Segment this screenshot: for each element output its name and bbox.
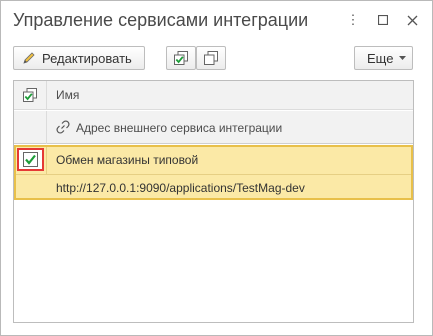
integration-services-window: Управление сервисами интеграции ⋮ Редакт… [0,0,433,336]
edit-button[interactable]: Редактировать [13,46,145,70]
chevron-down-icon [399,55,407,61]
row-divider [16,174,411,175]
window-title: Управление сервисами интеграции [13,10,309,30]
close-icon[interactable] [403,11,421,29]
check-column-icon[interactable] [22,87,38,103]
checked-checkbox-icon[interactable] [23,152,38,167]
edit-button-label: Редактировать [42,50,132,66]
row-checkbox-focus[interactable] [17,148,44,171]
check-all-icon [173,50,189,66]
row-name-cell: Обмен магазины типовой [56,153,199,167]
row-address-cell: http://127.0.0.1:9090/applications/TestM… [56,181,305,195]
services-table[interactable]: Имя Адрес внешнего сервиса интеграции Об… [13,80,414,323]
table-header-row-1: Имя [14,81,413,110]
column-header-address[interactable]: Адрес внешнего сервиса интеграции [76,121,282,135]
table-header-row-2: Адрес внешнего сервиса интеграции [14,111,413,144]
uncheck-all-button[interactable] [196,46,226,70]
more-button[interactable]: Еще [354,46,413,70]
column-header-name[interactable]: Имя [56,88,79,102]
maximize-icon[interactable] [374,11,392,29]
column-divider [46,147,47,174]
more-options-icon[interactable]: ⋮ [344,11,362,29]
check-all-button[interactable] [166,46,196,70]
link-icon [56,120,70,134]
uncheck-all-icon [203,50,219,66]
pencil-icon [22,51,36,65]
table-row[interactable]: Обмен магазины типовой http://127.0.0.1:… [14,145,413,200]
more-button-label: Еще [367,50,394,66]
column-divider [46,111,47,144]
column-divider [46,81,47,110]
